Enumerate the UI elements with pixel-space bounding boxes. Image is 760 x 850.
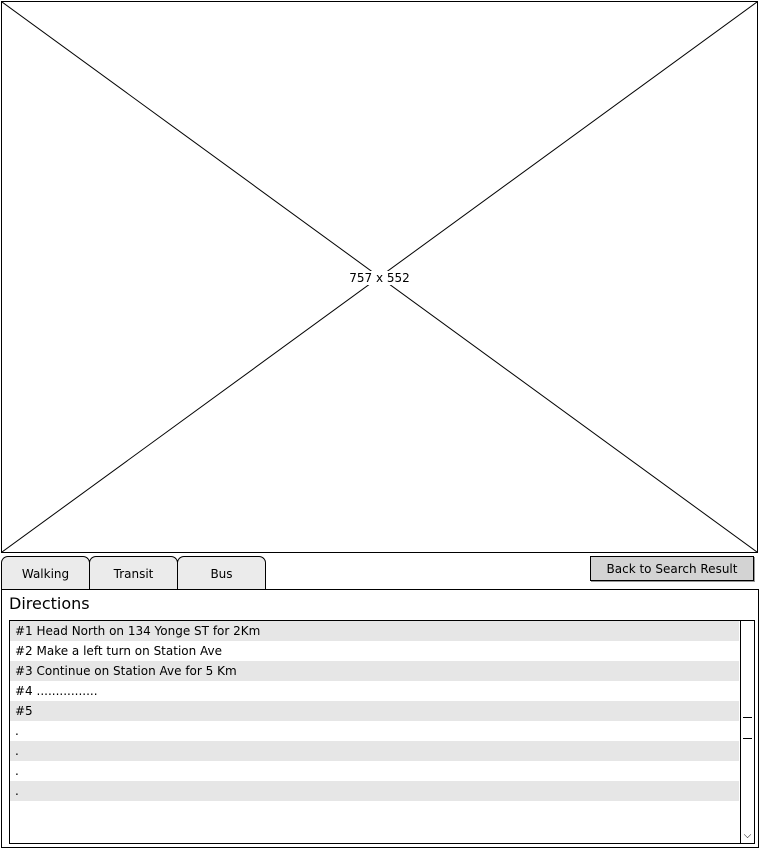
- tab-transit[interactable]: Transit: [89, 556, 178, 590]
- list-item[interactable]: [10, 801, 739, 821]
- list-item[interactable]: .: [10, 721, 739, 741]
- list-item[interactable]: .: [10, 781, 739, 801]
- map-placeholder[interactable]: 757 x 552: [1, 1, 758, 553]
- list-item[interactable]: #3 Continue on Station Ave for 5 Km: [10, 661, 739, 681]
- directions-list[interactable]: #1 Head North on 134 Yonge ST for 2Km #2…: [9, 620, 755, 844]
- tab-walking[interactable]: Walking: [1, 556, 90, 590]
- scroll-down-icon[interactable]: ⌵: [741, 829, 754, 843]
- tab-bus[interactable]: Bus: [177, 556, 266, 590]
- directions-title: Directions: [9, 594, 90, 613]
- back-to-search-button[interactable]: Back to Search Result: [590, 556, 754, 581]
- map-size-label-wrap: 757 x 552: [2, 270, 757, 286]
- directions-panel: Directions #1 Head North on 134 Yonge ST…: [1, 589, 759, 848]
- list-item[interactable]: #2 Make a left turn on Station Ave: [10, 641, 739, 661]
- scrollbar-thumb[interactable]: [743, 717, 752, 739]
- list-item[interactable]: #1 Head North on 134 Yonge ST for 2Km: [10, 621, 739, 641]
- list-item[interactable]: .: [10, 741, 739, 761]
- map-size-label: 757 x 552: [347, 271, 412, 285]
- list-item[interactable]: #5: [10, 701, 739, 721]
- list-item[interactable]: .: [10, 761, 739, 781]
- directions-scrollbar[interactable]: ⌵: [740, 621, 754, 843]
- list-item[interactable]: #4 ................: [10, 681, 739, 701]
